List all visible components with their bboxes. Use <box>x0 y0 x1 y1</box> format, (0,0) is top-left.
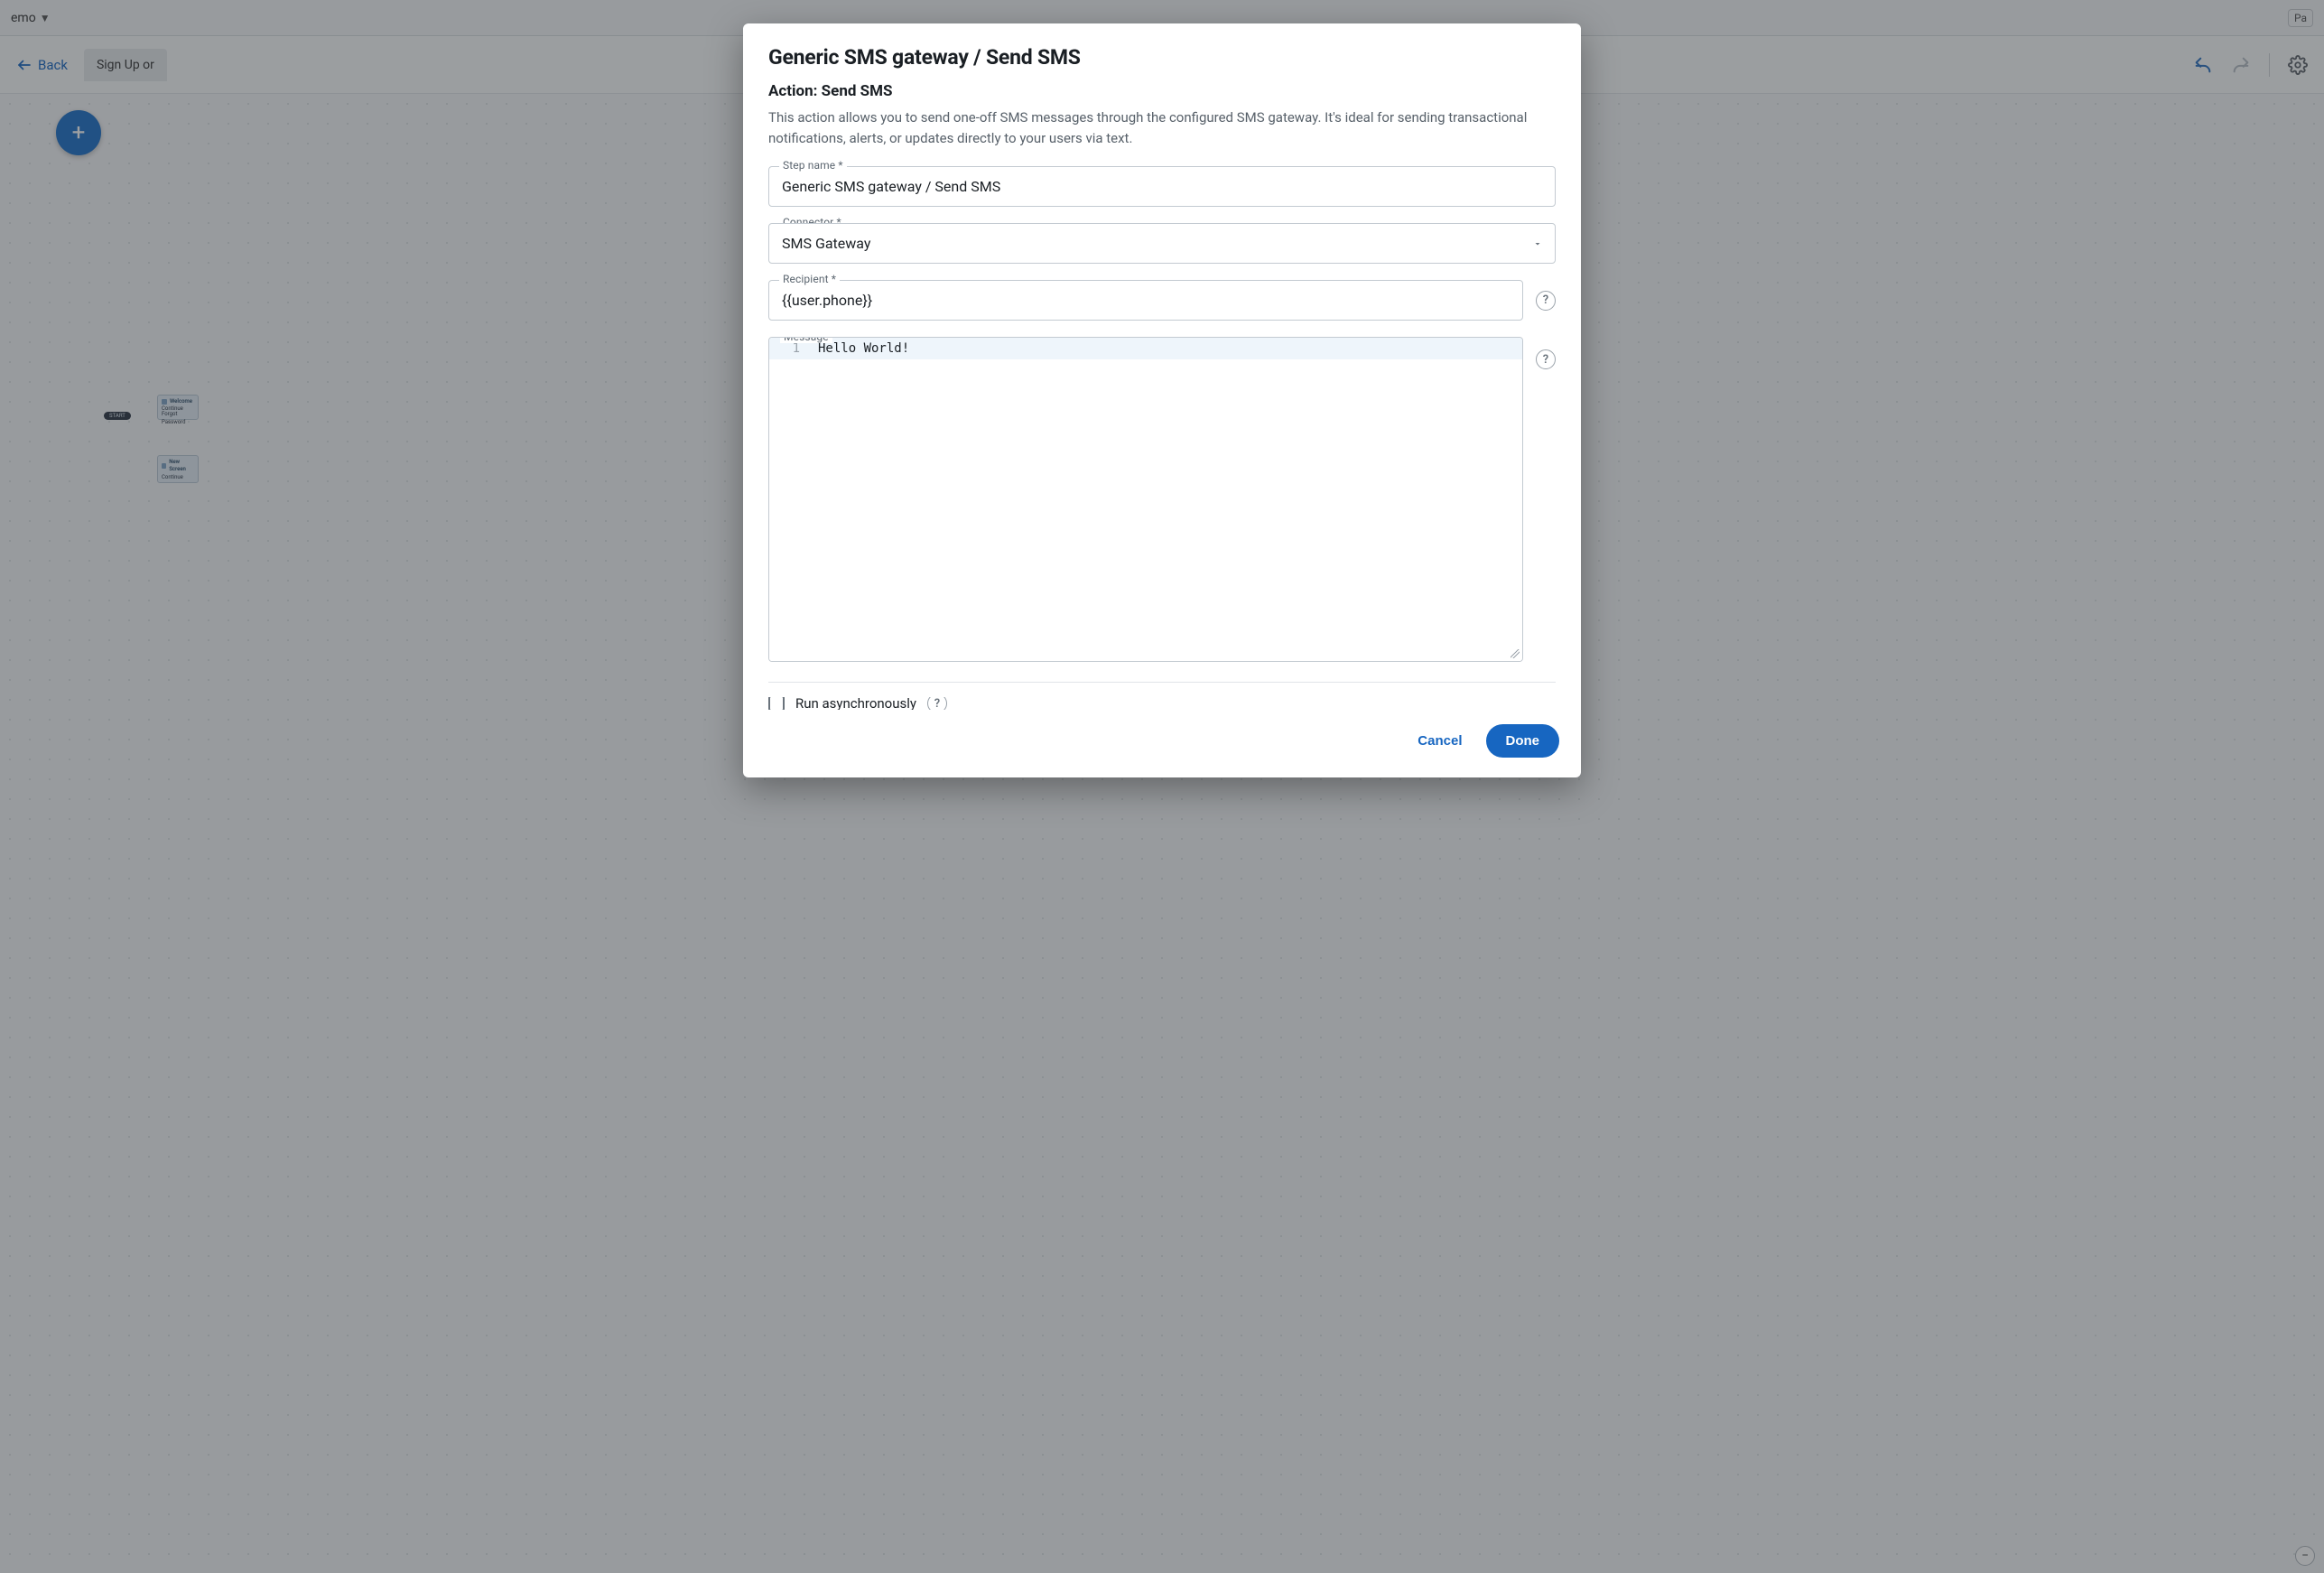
resize-handle[interactable] <box>1511 649 1520 658</box>
cancel-button[interactable]: Cancel <box>1403 724 1476 758</box>
help-icon[interactable]: ? <box>927 697 947 710</box>
modal-description: This action allows you to send one-off S… <box>768 107 1556 148</box>
help-icon[interactable]: ? <box>1536 349 1556 369</box>
modal-title: Generic SMS gateway / Send SMS <box>768 45 1556 70</box>
modal-overlay: Generic SMS gateway / Send SMS Action: S… <box>0 0 2324 1573</box>
help-icon[interactable]: ? <box>1536 291 1556 311</box>
recipient-label: Recipient * <box>779 273 840 285</box>
step-name-input[interactable] <box>768 166 1556 207</box>
run-async-label: Run asynchronously <box>795 697 916 710</box>
send-sms-modal: Generic SMS gateway / Send SMS Action: S… <box>743 23 1581 777</box>
done-button[interactable]: Done <box>1486 724 1560 758</box>
section-divider <box>768 682 1556 683</box>
connector-value: SMS Gateway <box>782 235 870 252</box>
connector-select[interactable]: SMS Gateway <box>768 223 1556 264</box>
recipient-input[interactable] <box>768 280 1523 321</box>
message-label: Message <box>780 337 832 343</box>
message-content[interactable]: Hello World! <box>809 338 1522 359</box>
message-editor-empty-area[interactable] <box>769 359 1522 661</box>
run-async-checkbox[interactable] <box>768 697 785 710</box>
message-editor[interactable]: Message 1 Hello World! <box>768 337 1523 662</box>
modal-action-heading: Action: Send SMS <box>768 82 1556 100</box>
step-name-label: Step name * <box>779 159 847 172</box>
run-async-row[interactable]: Run asynchronously ? <box>768 697 1556 710</box>
modal-footer: Cancel Done <box>743 710 1581 777</box>
